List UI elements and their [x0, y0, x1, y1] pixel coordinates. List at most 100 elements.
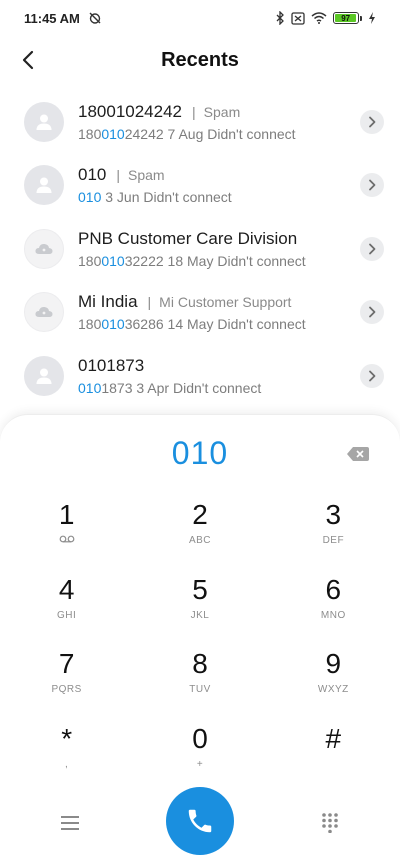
chevron-right-icon	[369, 243, 376, 255]
dial-key-star[interactable]: *,	[0, 719, 133, 794]
key-letters: ABC	[188, 535, 212, 546]
contact-name: Mi India	[78, 292, 138, 312]
avatar	[24, 355, 64, 396]
contact-name: PNB Customer Care Division	[78, 228, 298, 248]
recent-call-item[interactable]: 0101873 0101873 3 Apr Didn't connect	[0, 344, 400, 408]
back-button[interactable]	[12, 44, 44, 76]
battery-level: 97	[335, 14, 357, 23]
dial-key-7[interactable]: 7 PQRS	[0, 644, 133, 719]
call-detail-button[interactable]	[360, 236, 384, 261]
key-letters: WXYZ	[317, 684, 349, 695]
number-suffix: 1873	[101, 379, 133, 396]
chevron-right-icon	[369, 306, 376, 318]
dial-key-3[interactable]: 3 DEF	[267, 495, 400, 570]
call-button[interactable]	[166, 787, 234, 855]
call-date-status: 14 May Didn't connect	[167, 316, 306, 333]
status-bar: 11:45 AM 97	[0, 0, 400, 36]
dial-key-8[interactable]: 8 TUV	[133, 644, 266, 719]
dial-key-0[interactable]: 0 +	[133, 719, 266, 794]
call-date-status: 3 Apr Didn't connect	[136, 379, 262, 396]
dialed-number[interactable]: 010	[0, 435, 400, 472]
cloud-logo-icon	[35, 243, 53, 254]
key-letters: PQRS	[51, 684, 82, 695]
key-digit: 7	[58, 648, 75, 679]
separator: |	[147, 294, 152, 311]
call-date-status: 7 Aug Didn't connect	[167, 125, 296, 142]
number-match-highlight: 010	[78, 189, 102, 206]
number-match-highlight: 010	[78, 379, 102, 396]
dial-key-hash[interactable]: #	[267, 719, 400, 794]
dial-key-4[interactable]: 4 GHI	[0, 570, 133, 645]
recent-call-details: 0101873 3 Apr Didn't connect	[78, 380, 360, 396]
chevron-right-icon	[369, 179, 376, 191]
chevron-right-icon	[369, 116, 376, 128]
key-digit: 9	[325, 648, 342, 679]
number-prefix: 180	[78, 316, 102, 333]
backspace-icon	[347, 447, 369, 461]
recent-call-text: Mi India | Mi Customer Support 18001036286 …	[78, 292, 360, 332]
number-match-highlight: 010	[101, 316, 125, 333]
recent-call-title-line: 0101873	[78, 356, 360, 376]
bluetooth-icon	[275, 11, 285, 25]
number-match-highlight: 010	[101, 125, 125, 142]
wifi-icon	[311, 12, 327, 24]
keypad-toggle-button[interactable]	[318, 811, 342, 835]
dial-key-1[interactable]: 1	[0, 495, 133, 570]
call-detail-button[interactable]	[360, 173, 384, 198]
number-prefix: 180	[78, 252, 102, 269]
recent-call-details: 18001024242 7 Aug Didn't connect	[78, 126, 360, 142]
charging-icon	[368, 12, 376, 24]
header: Recents	[0, 36, 400, 84]
recent-call-item[interactable]: 18001024242 | Spam 18001024242 7 Aug Didn't…	[0, 90, 400, 154]
recent-call-title-line: 010 | Spam	[78, 165, 360, 185]
call-detail-button[interactable]	[360, 109, 384, 134]
key-digit: 2	[192, 499, 208, 530]
keypad-row: 7 PQRS 8 TUV 9 WXYZ	[0, 644, 400, 719]
recent-call-text: 18001024242 | Spam 18001024242 7 Aug Didn't…	[78, 102, 360, 142]
key-digit: #	[325, 722, 342, 754]
dial-key-2[interactable]: 2 ABC	[133, 495, 266, 570]
contact-tag: Mi Customer Support	[159, 294, 292, 311]
recent-call-text: 010 | Spam 010 3 Jun Didn't connect	[78, 165, 360, 205]
status-time: 11:45 AM	[24, 10, 80, 26]
key-letters: MNO	[320, 609, 346, 621]
person-icon	[36, 114, 52, 130]
person-icon	[36, 177, 52, 194]
sim-icon	[291, 11, 305, 25]
dial-key-6[interactable]: 6 MNO	[267, 570, 400, 645]
key-digit: 8	[192, 648, 208, 679]
separator: |	[116, 167, 121, 184]
avatar	[24, 228, 64, 269]
dialer-bottom-bar	[0, 787, 400, 857]
alarm-off-icon	[88, 11, 102, 25]
number-suffix: 32222	[124, 252, 164, 269]
key-digit: 3	[325, 499, 342, 530]
key-letters: JKL	[190, 609, 210, 621]
call-detail-button[interactable]	[360, 363, 384, 388]
avatar	[24, 292, 64, 333]
dial-key-9[interactable]: 9 WXYZ	[267, 644, 400, 719]
recent-call-details: 010 3 Jun Didn't connect	[78, 189, 360, 205]
contact-tag: Spam	[128, 167, 165, 184]
person-icon	[36, 368, 52, 384]
avatar	[24, 101, 64, 142]
key-letters: ,	[65, 758, 69, 770]
call-date-status: 18 May Didn't connect	[167, 252, 306, 269]
recent-call-item[interactable]: Mi India | Mi Customer Support 18001036286 …	[0, 281, 400, 345]
recents-list: 18001024242 | Spam 18001024242 7 Aug Didn't…	[0, 90, 400, 408]
recent-call-text: 0101873 0101873 3 Apr Didn't connect	[78, 356, 360, 396]
menu-button[interactable]	[58, 813, 82, 833]
call-detail-button[interactable]	[360, 300, 384, 325]
recent-call-details: 18001036286 14 May Didn't connect	[78, 316, 360, 332]
recent-call-title-line: PNB Customer Care Division	[78, 229, 360, 249]
recent-call-item[interactable]: PNB Customer Care Division 18001032222 18…	[0, 217, 400, 281]
key-digit: 6	[325, 573, 342, 605]
chevron-right-icon	[369, 370, 376, 382]
backspace-button[interactable]	[346, 445, 370, 463]
phone-icon	[188, 809, 212, 833]
key-digit: *	[61, 722, 73, 754]
dial-key-5[interactable]: 5 JKL	[133, 570, 266, 645]
recent-call-item[interactable]: 010 | Spam 010 3 Jun Didn't connect	[0, 154, 400, 218]
key-digit: 5	[192, 573, 208, 605]
voicemail-icon	[59, 535, 75, 547]
